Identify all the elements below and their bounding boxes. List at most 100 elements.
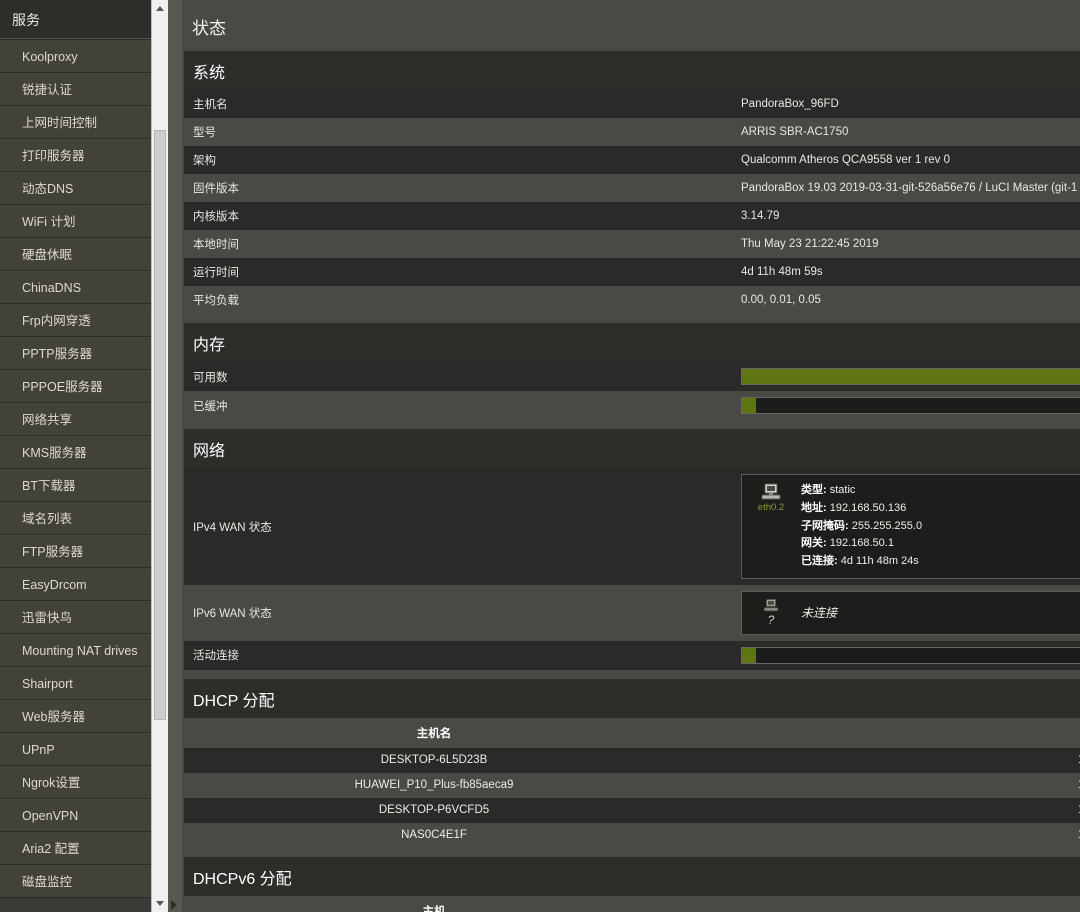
row-ipv4-wan: IPv4 WAN 状态 eth0.2 类型: static 地址: 192.16… <box>184 468 1080 586</box>
ipv4-iface-name: eth0.2 <box>757 502 785 513</box>
dhcpv6-table: 主机 IPv6地址 没有已分配的租约 <box>184 895 1080 912</box>
sidebar-item-18[interactable]: Mounting NAT drives <box>0 634 168 667</box>
sidebar-item-label: Koolproxy <box>22 50 78 64</box>
table-row: 平均负载 0.00, 0.01, 0.05 <box>184 286 1080 314</box>
scroll-up-arrow-icon[interactable] <box>152 0 168 17</box>
sidebar-item-23[interactable]: OpenVPN <box>0 799 168 832</box>
sidebar-item-2[interactable]: 上网时间控制 <box>0 106 168 139</box>
panel-legend-dhcpv6: DHCPv6 分配 <box>184 856 1080 896</box>
sidebar-item-label: 迅雷快鸟 <box>22 611 73 625</box>
ipv4-detail-key: 已连接: <box>801 555 838 568</box>
sidebar-item-label: Aria2 配置 <box>22 842 80 856</box>
sidebar-item-label: BT下载器 <box>22 479 76 493</box>
sidebar-item-21[interactable]: UPnP <box>0 733 168 766</box>
sidebar-item-9[interactable]: PPTP服务器 <box>0 337 168 370</box>
system-row-key: 固件版本 <box>184 174 732 202</box>
memory-bar <box>741 397 1080 414</box>
system-row-key: 本地时间 <box>184 230 732 258</box>
memory-row-key: 可用数 <box>184 362 732 391</box>
panel-system: 系统 主机名 PandoraBox_96FD 型号 ARRIS SBR-AC1750 架… <box>184 51 1080 314</box>
sidebar-item-6[interactable]: 硬盘休眠 <box>0 238 168 271</box>
sidebar-item-label: PPTP服务器 <box>22 347 93 361</box>
sidebar-item-15[interactable]: FTP服务器 <box>0 535 168 568</box>
ethernet-adapter-icon: eth0.2 <box>750 482 792 514</box>
table-row: 已缓冲 <box>184 391 1080 420</box>
system-row-key: 平均负载 <box>184 286 732 314</box>
sidebar-item-label: Web服务器 <box>22 710 85 724</box>
sidebar-item-12[interactable]: KMS服务器 <box>0 436 168 469</box>
sidebar-header: 服务 <box>0 0 168 40</box>
sidebar-item-label: 上网时间控制 <box>22 116 98 130</box>
memory-table: 可用数 已缓冲 <box>184 362 1080 420</box>
sidebar-item-label: WiFi 计划 <box>22 215 76 229</box>
dhcp-cell-host: NAS0C4E1F <box>184 822 684 848</box>
sidebar-item-label: EasyDrcom <box>22 578 87 592</box>
sidebar-item-13[interactable]: BT下载器 <box>0 469 168 502</box>
dhcp-cell-ip: 192.168.99.100 <box>684 822 1080 848</box>
label-ipv6-wan: IPv6 WAN 状态 <box>184 585 732 641</box>
ipv4-detail-value: 255.255.255.0 <box>848 519 923 532</box>
sidebar-item-20[interactable]: Web服务器 <box>0 700 168 733</box>
sidebar-item-3[interactable]: 打印服务器 <box>0 139 168 172</box>
page-title: 状态 <box>192 19 226 38</box>
value-ipv4-wan: eth0.2 类型: static 地址: 192.168.50.136 子网掩码:… <box>732 468 1080 586</box>
table-row: 架构 Qualcomm Atheros QCA9558 ver 1 rev 0 <box>184 146 1080 174</box>
sidebar-item-label: 磁盘监控 <box>22 875 73 889</box>
sidebar-item-25[interactable]: 磁盘监控 <box>0 865 168 898</box>
row-ipv6-wan: IPv6 WAN 状态 ? 未连接 <box>184 585 1080 641</box>
table-row: 型号 ARRIS SBR-AC1750 <box>184 118 1080 146</box>
panel-network: 网络 IPv4 WAN 状态 eth0.2 类型: static 地址: 192… <box>184 429 1080 670</box>
value-ipv6-wan: ? 未连接 <box>732 585 1080 641</box>
sidebar-scrollbar[interactable] <box>151 0 168 912</box>
system-row-key: 内核版本 <box>184 202 732 230</box>
sidebar-item-11[interactable]: 网络共享 <box>0 403 168 436</box>
sidebar-item-1[interactable]: 锐捷认证 <box>0 73 168 106</box>
sidebar-item-14[interactable]: 域名列表 <box>0 502 168 535</box>
sidebar-item-19[interactable]: Shairport <box>0 667 168 700</box>
system-row-key: 主机名 <box>184 90 732 118</box>
sidebar-item-24[interactable]: Aria2 配置 <box>0 832 168 865</box>
panel-legend-memory: 内存 <box>184 323 1080 362</box>
sidebar-item-22[interactable]: Ngrok设置 <box>0 766 168 799</box>
sidebar-item-label: Shairport <box>22 677 73 691</box>
sidebar-item-7[interactable]: ChinaDNS <box>0 271 168 304</box>
system-row-value: 3.14.79 <box>732 202 1080 230</box>
ipv4-detail-key: 类型: <box>801 484 827 496</box>
sidebar-item-label: ChinaDNS <box>22 281 82 295</box>
sidebar-item-label: 网络共享 <box>22 413 73 427</box>
table-row: 内核版本 3.14.79 <box>184 202 1080 230</box>
dhcp-cell-ip: 192.168.99.106 <box>684 747 1080 773</box>
dhcp-cell-host: DESKTOP-6L5D23B <box>184 747 684 773</box>
system-row-value: Qualcomm Atheros QCA9558 ver 1 rev 0 <box>732 146 1080 174</box>
system-row-value: 0.00, 0.01, 0.05 <box>732 286 1080 314</box>
dhcp-cell-ip: 192.168.99.104 <box>684 797 1080 823</box>
panel-legend-network: 网络 <box>184 429 1080 468</box>
scroll-down-arrow-icon[interactable] <box>152 895 168 912</box>
row-active-connections: 活动连接 <box>184 640 1080 670</box>
sidebar-item-4[interactable]: 动态DNS <box>0 172 168 205</box>
dhcpv6-header-row: 主机 IPv6地址 <box>184 895 1080 912</box>
sidebar-item-5[interactable]: WiFi 计划 <box>0 205 168 238</box>
active-connections-bar-fill <box>742 647 757 663</box>
memory-row-key: 已缓冲 <box>184 391 732 420</box>
system-table: 主机名 PandoraBox_96FD 型号 ARRIS SBR-AC1750 架构 Qu… <box>184 90 1080 314</box>
sidebar-item-label: 锐捷认证 <box>22 83 73 97</box>
ipv6-unknown-marker: ? <box>767 613 775 628</box>
sidebar-item-10[interactable]: PPPOE服务器 <box>0 370 168 403</box>
sidebar-scrollbar-thumb[interactable] <box>154 130 166 720</box>
sidebar-item-16[interactable]: EasyDrcom <box>0 568 168 601</box>
ipv4-detail-value: 192.168.50.136 <box>826 501 907 514</box>
sidebar-item-17[interactable]: 迅雷快鸟 <box>0 601 168 634</box>
sidebar-item-0[interactable]: Koolproxy <box>0 40 168 73</box>
dhcp-col-ip: IPv4地址 <box>684 717 1080 748</box>
sidebar-item-8[interactable]: Frp内网穿透 <box>0 304 168 337</box>
sidebar-item-label: PPPOE服务器 <box>22 380 103 394</box>
ipv4-detail-line: 网关: 192.168.50.1 <box>801 535 922 553</box>
sidebar-item-label: 硬盘休眠 <box>22 248 73 262</box>
ipv4-detail-value: 192.168.50.1 <box>826 537 894 550</box>
sidebar-item-label: Mounting NAT drives <box>22 644 138 658</box>
label-ipv4-wan: IPv4 WAN 状态 <box>184 468 732 586</box>
dhcp-cell-ip: 192.168.99.105 <box>684 772 1080 798</box>
panel-dhcpv6: DHCPv6 分配 主机 IPv6地址 没有已分配的租约 <box>184 856 1080 912</box>
table-row: 可用数 <box>184 362 1080 391</box>
